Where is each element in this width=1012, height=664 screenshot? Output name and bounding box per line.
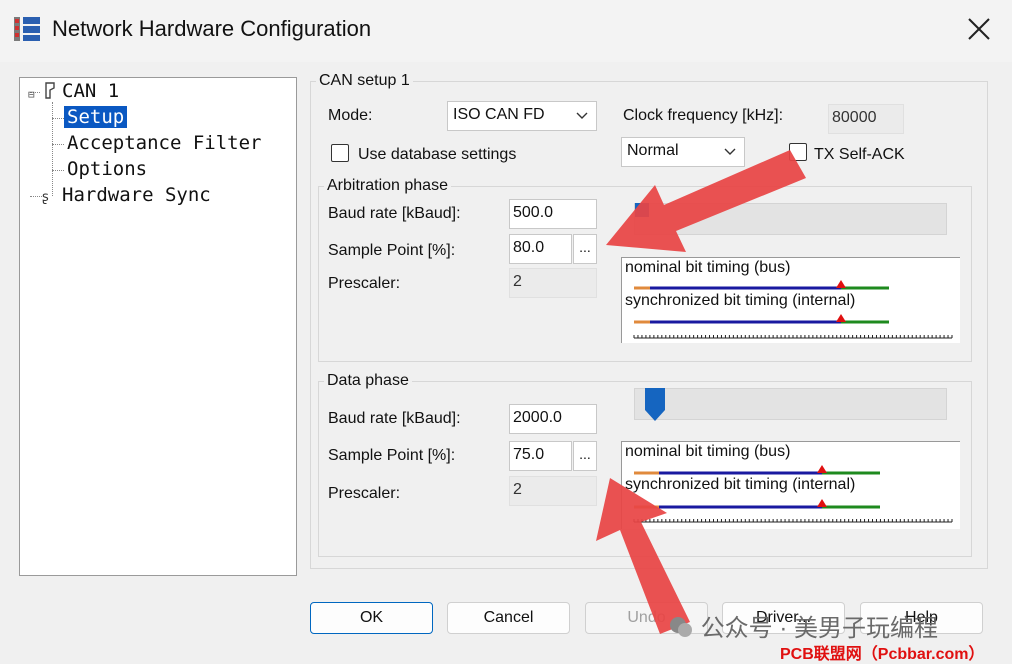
- data-slider-thumb[interactable]: [644, 388, 666, 424]
- tx-self-ack-checkbox[interactable]: [789, 143, 807, 161]
- arb-prescaler-field: 2: [509, 268, 597, 298]
- mode-select[interactable]: ISO CAN FD: [447, 101, 597, 131]
- data-phase-title: Data phase: [324, 372, 412, 390]
- data-sample-point-input[interactable]: 75.0: [509, 441, 572, 471]
- clock-frequency-label: Clock frequency [kHz]:: [623, 107, 784, 124]
- data-prescaler-field: 2: [509, 476, 597, 506]
- tree-item-setup[interactable]: Setup: [64, 106, 128, 128]
- data-bit-timing-slider[interactable]: [634, 388, 947, 421]
- arb-timing-diagram: [633, 280, 953, 339]
- ok-button[interactable]: OK: [310, 602, 433, 634]
- clock-frequency-field[interactable]: 80000: [828, 104, 904, 134]
- tree-item-options[interactable]: Options: [67, 158, 147, 180]
- mode-label: Mode:: [328, 107, 373, 124]
- arb-bit-timing-slider[interactable]: [634, 203, 947, 235]
- close-button[interactable]: [962, 12, 996, 46]
- data-prescaler-label: Prescaler:: [328, 485, 401, 502]
- collapse-icon[interactable]: ⊟: [28, 83, 38, 105]
- site-watermark: PCB联盟网（Pcbbar.com）: [780, 646, 985, 663]
- arbitration-title: Arbitration phase: [324, 177, 451, 195]
- wechat-watermark: 公众号 · 美男子玩编程: [668, 608, 938, 643]
- title-bar: Network Hardware Configuration: [0, 0, 1012, 62]
- arb-baud-label: Baud rate [kBaud]:: [328, 205, 461, 222]
- config-tree[interactable]: ⊟ CAN 1 Setup Acceptance Filter Options …: [19, 77, 297, 576]
- data-baud-input[interactable]: 2000.0: [509, 404, 597, 434]
- cancel-button[interactable]: Cancel: [447, 602, 570, 634]
- svg-text:ʂ: ʂ: [42, 190, 49, 205]
- can-icon: [42, 80, 58, 107]
- close-icon: [968, 18, 990, 40]
- data-sample-point-button[interactable]: ...: [573, 441, 597, 471]
- mode-value: ISO CAN FD: [453, 106, 545, 123]
- data-timing-panel: nominal bit timing (bus) synchronized bi…: [621, 441, 960, 529]
- use-database-label: Use database settings: [358, 146, 517, 163]
- tree-item-hardware-sync[interactable]: Hardware Sync: [62, 184, 211, 206]
- arb-baud-input[interactable]: 500.0: [509, 199, 597, 229]
- arb-prescaler-label: Prescaler:: [328, 275, 401, 292]
- sync-icon: ʂ: [42, 186, 58, 211]
- use-database-checkbox[interactable]: [331, 144, 349, 162]
- chevron-down-icon: [724, 148, 736, 155]
- data-sample-point-label: Sample Point [%]:: [328, 447, 456, 464]
- output-mode-select[interactable]: Normal: [621, 137, 745, 167]
- tree-item-can1[interactable]: CAN 1: [62, 80, 119, 102]
- tx-self-ack-label: TX Self-ACK: [814, 146, 905, 163]
- arb-sample-point-label: Sample Point [%]:: [328, 242, 456, 259]
- arb-timing-panel: nominal bit timing (bus) synchronized bi…: [621, 257, 960, 343]
- tree-item-acceptance-filter[interactable]: Acceptance Filter: [67, 132, 261, 154]
- svg-text:⊟: ⊟: [28, 88, 35, 100]
- wechat-watermark-text: 公众号 · 美男子玩编程: [700, 615, 938, 642]
- chevron-down-icon: [576, 112, 588, 119]
- output-mode-value: Normal: [627, 142, 679, 159]
- wechat-icon: [670, 617, 692, 637]
- arb-slider-thumb[interactable]: [635, 203, 649, 217]
- data-baud-label: Baud rate [kBaud]:: [328, 410, 461, 427]
- arb-sample-point-input[interactable]: 80.0: [509, 234, 572, 264]
- data-timing-diagram: [633, 465, 953, 523]
- arb-sample-point-button[interactable]: ...: [573, 234, 597, 264]
- network-config-icon: [12, 14, 42, 44]
- can-setup-title: CAN setup 1: [316, 72, 413, 90]
- window-title: Network Hardware Configuration: [52, 16, 372, 41]
